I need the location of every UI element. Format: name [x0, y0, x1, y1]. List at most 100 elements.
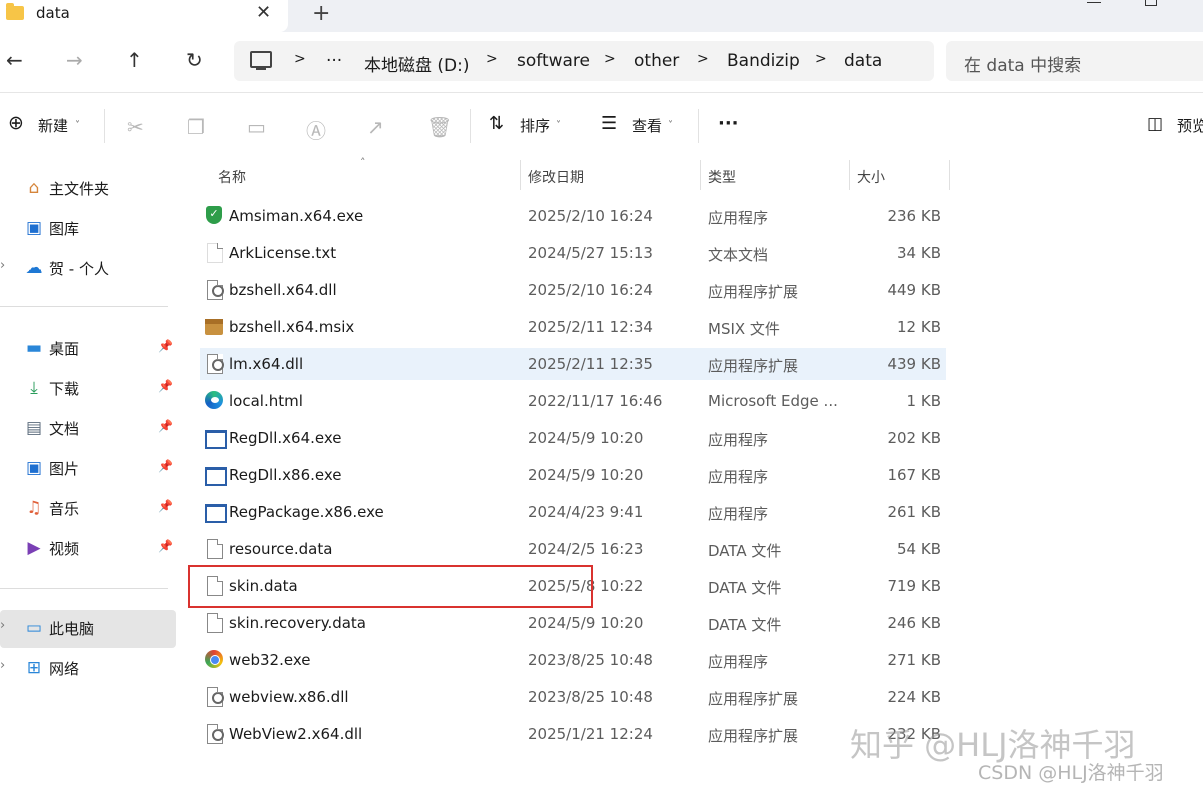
pin-icon[interactable]: 📌: [158, 379, 173, 393]
file-size: 224 KB: [887, 688, 941, 706]
sidebar-item-music[interactable]: ♫ 音乐 📌: [0, 490, 176, 526]
cut-icon[interactable]: ✂: [127, 115, 144, 139]
refresh-button[interactable]: ↻: [186, 48, 203, 72]
file-date: 2023/8/25 10:48: [528, 688, 653, 706]
column-header-size[interactable]: 大小: [850, 160, 950, 190]
forward-button[interactable]: →: [66, 48, 83, 72]
table-row[interactable]: webview.x86.dll 2023/8/25 10:48 应用程序扩展 2…: [200, 681, 946, 713]
column-divider[interactable]: [949, 160, 950, 190]
preview-pane-icon[interactable]: ◫: [1147, 114, 1163, 134]
app-window-icon: [205, 428, 227, 449]
pin-icon[interactable]: 📌: [158, 339, 173, 353]
column-header-name[interactable]: 名称: [200, 160, 522, 190]
share-icon[interactable]: ↗: [367, 115, 384, 139]
sidebar-item-pictures[interactable]: ▣ 图片 📌: [0, 450, 176, 486]
address-bar[interactable]: > ··· 本地磁盘 (D:) > software > other > Ban…: [234, 41, 934, 81]
new-tab-button[interactable]: +: [312, 1, 330, 26]
copy-icon[interactable]: ❐: [187, 115, 205, 139]
sort-button[interactable]: 排序: [520, 115, 550, 136]
sidebar-item-downloads[interactable]: ⤓ 下载 📌: [0, 370, 176, 406]
breadcrumb-other[interactable]: other: [634, 51, 679, 71]
sidebar-item-label: 贺 - 个人: [49, 260, 109, 278]
sidebar-item-onedrive[interactable]: › ☁ 贺 - 个人: [0, 250, 176, 286]
table-row[interactable]: bzshell.x64.msix 2025/2/11 12:34 MSIX 文件…: [200, 311, 946, 343]
file-date: 2024/4/23 9:41: [528, 503, 644, 521]
table-row[interactable]: bzshell.x64.dll 2025/2/10 16:24 应用程序扩展 4…: [200, 274, 946, 306]
column-header-date[interactable]: 修改日期: [521, 160, 701, 190]
breadcrumb-bandizip[interactable]: Bandizip: [727, 51, 800, 71]
table-row[interactable]: RegDll.x64.exe 2024/5/9 10:20 应用程序 202 K…: [200, 422, 946, 454]
breadcrumb-software[interactable]: software: [517, 51, 590, 71]
breadcrumb-drive[interactable]: 本地磁盘 (D:): [364, 51, 470, 76]
table-row[interactable]: ArkLicense.txt 2024/5/27 15:13 文本文档 34 K…: [200, 237, 946, 269]
breadcrumb-more[interactable]: ···: [326, 51, 342, 71]
tab-data[interactable]: data ✕: [0, 0, 288, 32]
dll-icon: [205, 280, 224, 300]
table-row[interactable]: RegPackage.x86.exe 2024/4/23 9:41 应用程序 2…: [200, 496, 946, 528]
breadcrumb-separator: >: [697, 51, 709, 67]
navigation-pane: ⌂ 主文件夹 ▣ 图库 › ☁ 贺 - 个人 ▬ 桌面 📌 ⤓ 下载 📌 ▤ 文…: [0, 160, 178, 788]
file-name: bzshell.x64.msix: [229, 318, 355, 336]
chevron-right-icon[interactable]: ›: [0, 618, 5, 633]
delete-icon[interactable]: 🗑: [427, 115, 452, 139]
pin-icon[interactable]: 📌: [158, 539, 173, 553]
search-box[interactable]: 在 data 中搜索: [946, 41, 1203, 81]
table-row[interactable]: resource.data 2024/2/5 16:23 DATA 文件 54 …: [200, 533, 946, 565]
close-tab-icon[interactable]: ✕: [256, 2, 271, 23]
rename-icon[interactable]: Ⓐ: [306, 115, 326, 144]
file-type: 应用程序: [708, 505, 769, 523]
table-row[interactable]: web32.exe 2023/8/25 10:48 应用程序 271 KB: [200, 644, 946, 676]
file-date: 2025/2/10 16:24: [528, 207, 653, 225]
file-list: ˄ 名称 修改日期 类型 大小 ✓ Amsiman.x64.exe 2025/2…: [178, 156, 1203, 788]
file-type: 文本文档: [708, 246, 769, 264]
music-icon: ♫: [26, 498, 42, 518]
breadcrumb-separator: >: [815, 51, 827, 67]
view-button[interactable]: 查看: [632, 115, 662, 136]
package-icon: [205, 317, 223, 337]
sidebar-item-desktop[interactable]: ▬ 桌面 📌: [0, 330, 176, 366]
sidebar-item-this-pc[interactable]: › ▭ 此电脑: [0, 610, 176, 648]
file-size: 202 KB: [887, 429, 941, 447]
chevron-down-icon[interactable]: ˅: [668, 120, 673, 131]
table-row[interactable]: skin.recovery.data 2024/5/9 10:20 DATA 文…: [200, 607, 946, 639]
sidebar-item-videos[interactable]: ▶ 视频 📌: [0, 530, 176, 566]
breadcrumb-data[interactable]: data: [844, 51, 882, 71]
sidebar-item-label: 文档: [49, 420, 80, 438]
chevron-right-icon[interactable]: ›: [0, 658, 5, 673]
chevron-down-icon[interactable]: ˅: [75, 120, 80, 131]
sidebar-item-home[interactable]: ⌂ 主文件夹: [0, 170, 176, 206]
more-options-button[interactable]: ···: [718, 113, 739, 134]
pin-icon[interactable]: 📌: [158, 419, 173, 433]
preview-button[interactable]: 预览: [1177, 115, 1203, 136]
up-button[interactable]: ↑: [126, 48, 143, 72]
chevron-right-icon[interactable]: ›: [0, 258, 5, 273]
sort-icon[interactable]: ⇅: [489, 113, 504, 134]
file-type: 应用程序扩展: [708, 727, 799, 745]
pin-icon[interactable]: 📌: [158, 499, 173, 513]
new-button[interactable]: 新建: [38, 115, 68, 136]
sidebar-item-documents[interactable]: ▤ 文档 📌: [0, 410, 176, 446]
file-type: Microsoft Edge ...: [708, 392, 838, 410]
gallery-icon: ▣: [25, 218, 43, 238]
dll-icon: [205, 354, 224, 374]
view-icon[interactable]: ☰: [601, 113, 617, 134]
chevron-down-icon[interactable]: ˅: [556, 120, 561, 131]
column-label: 大小: [857, 170, 885, 186]
back-button[interactable]: ←: [6, 48, 23, 72]
file-name: resource.data: [229, 540, 333, 558]
column-header-type[interactable]: 类型: [701, 160, 849, 190]
table-row[interactable]: lm.x64.dll 2025/2/11 12:35 应用程序扩展 439 KB: [200, 348, 946, 380]
table-row[interactable]: WebView2.x64.dll 2025/1/21 12:24 应用程序扩展 …: [200, 718, 946, 750]
pin-icon[interactable]: 📌: [158, 459, 173, 473]
paste-icon[interactable]: ▭: [247, 115, 266, 139]
table-row[interactable]: ✓ Amsiman.x64.exe 2025/2/10 16:24 应用程序 2…: [200, 200, 946, 232]
text-file-icon: [205, 243, 223, 263]
sidebar-item-network[interactable]: › ⊞ 网络: [0, 650, 176, 686]
sidebar-item-gallery[interactable]: ▣ 图库: [0, 210, 176, 246]
table-row[interactable]: RegDll.x86.exe 2024/5/9 10:20 应用程序 167 K…: [200, 459, 946, 491]
minimize-icon[interactable]: [1087, 0, 1101, 3]
table-row[interactable]: local.html 2022/11/17 16:46 Microsoft Ed…: [200, 385, 946, 417]
maximize-icon[interactable]: [1145, 0, 1157, 6]
file-type: DATA 文件: [708, 579, 782, 597]
new-plus-icon[interactable]: ⊕: [8, 112, 24, 134]
